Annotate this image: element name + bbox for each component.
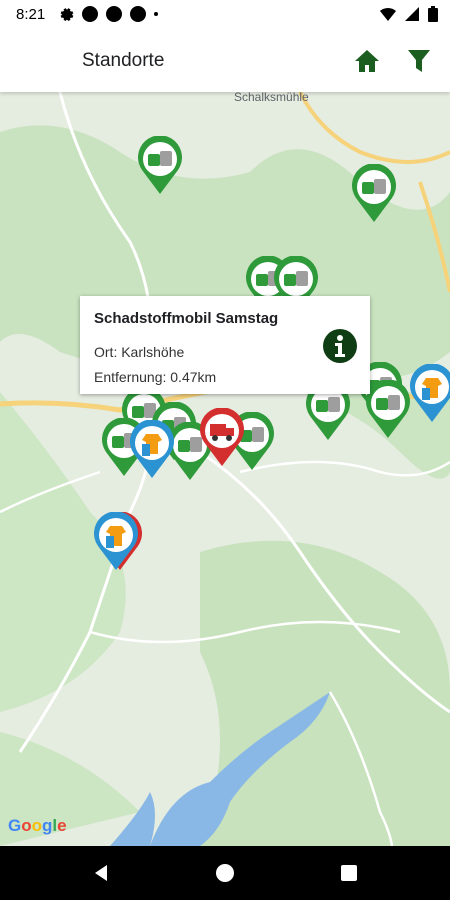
map-marker-selected[interactable] [198,407,246,468]
battery-icon [428,6,438,22]
home-nav-button[interactable] [212,860,238,886]
location-place: Ort: Karlshöhe [94,344,185,360]
recents-button[interactable] [336,860,362,886]
info-button[interactable] [322,328,358,364]
map-marker-blue[interactable] [128,419,176,480]
container-marker-icon [138,135,182,194]
notification-icon [106,6,122,22]
location-distance: Entfernung: 0.47km [94,369,217,385]
clothing-marker-icon [410,363,450,422]
notification-icon [82,6,98,22]
status-icons-left [60,6,158,22]
google-logo-letter: o [31,816,43,835]
location-title: Schadstoffmobil Samstag [94,310,279,327]
wifi-icon [380,7,396,21]
clothing-marker-icon [130,419,174,478]
google-logo-letter: g [42,816,53,835]
google-logo-letter: e [57,816,67,835]
container-marker-icon [366,379,410,438]
back-button[interactable] [88,860,114,886]
home-button[interactable] [352,46,382,76]
settings-icon [60,8,74,21]
clothing-marker-icon [94,511,138,570]
more-notifications-icon [154,12,158,16]
google-logo-letter: o [21,816,32,835]
map-marker-green[interactable] [136,135,184,196]
status-bar: 8:21 [0,0,450,30]
app-bar: Standorte [0,30,450,92]
google-logo: Google [8,816,67,836]
map-marker-blue[interactable] [92,511,140,572]
map-marker-blue[interactable] [408,363,450,424]
location-info-window[interactable]: Schadstoffmobil Samstag Ort: Karlshöhe E… [80,296,370,394]
recents-icon [341,865,357,881]
info-icon [323,329,357,363]
home-icon [355,50,379,72]
home-circle-icon [216,864,234,882]
back-icon [95,865,107,881]
map-view[interactable]: Schalksmühle Google [0,92,450,846]
notification-icon [130,6,146,22]
map-marker-green[interactable] [364,379,412,440]
status-icons-right [380,6,438,22]
place-label: Schalksmühle [234,92,309,104]
filter-button[interactable] [404,46,434,76]
page-title: Standorte [82,50,165,71]
map-marker-green[interactable] [350,163,398,224]
filter-icon [408,50,430,72]
status-time: 8:21 [16,6,46,23]
google-logo-letter: G [8,816,22,835]
hazardous-waste-truck-icon [200,407,244,466]
system-navigation-bar [0,846,450,900]
signal-icon [405,7,419,21]
container-marker-icon [352,163,396,222]
